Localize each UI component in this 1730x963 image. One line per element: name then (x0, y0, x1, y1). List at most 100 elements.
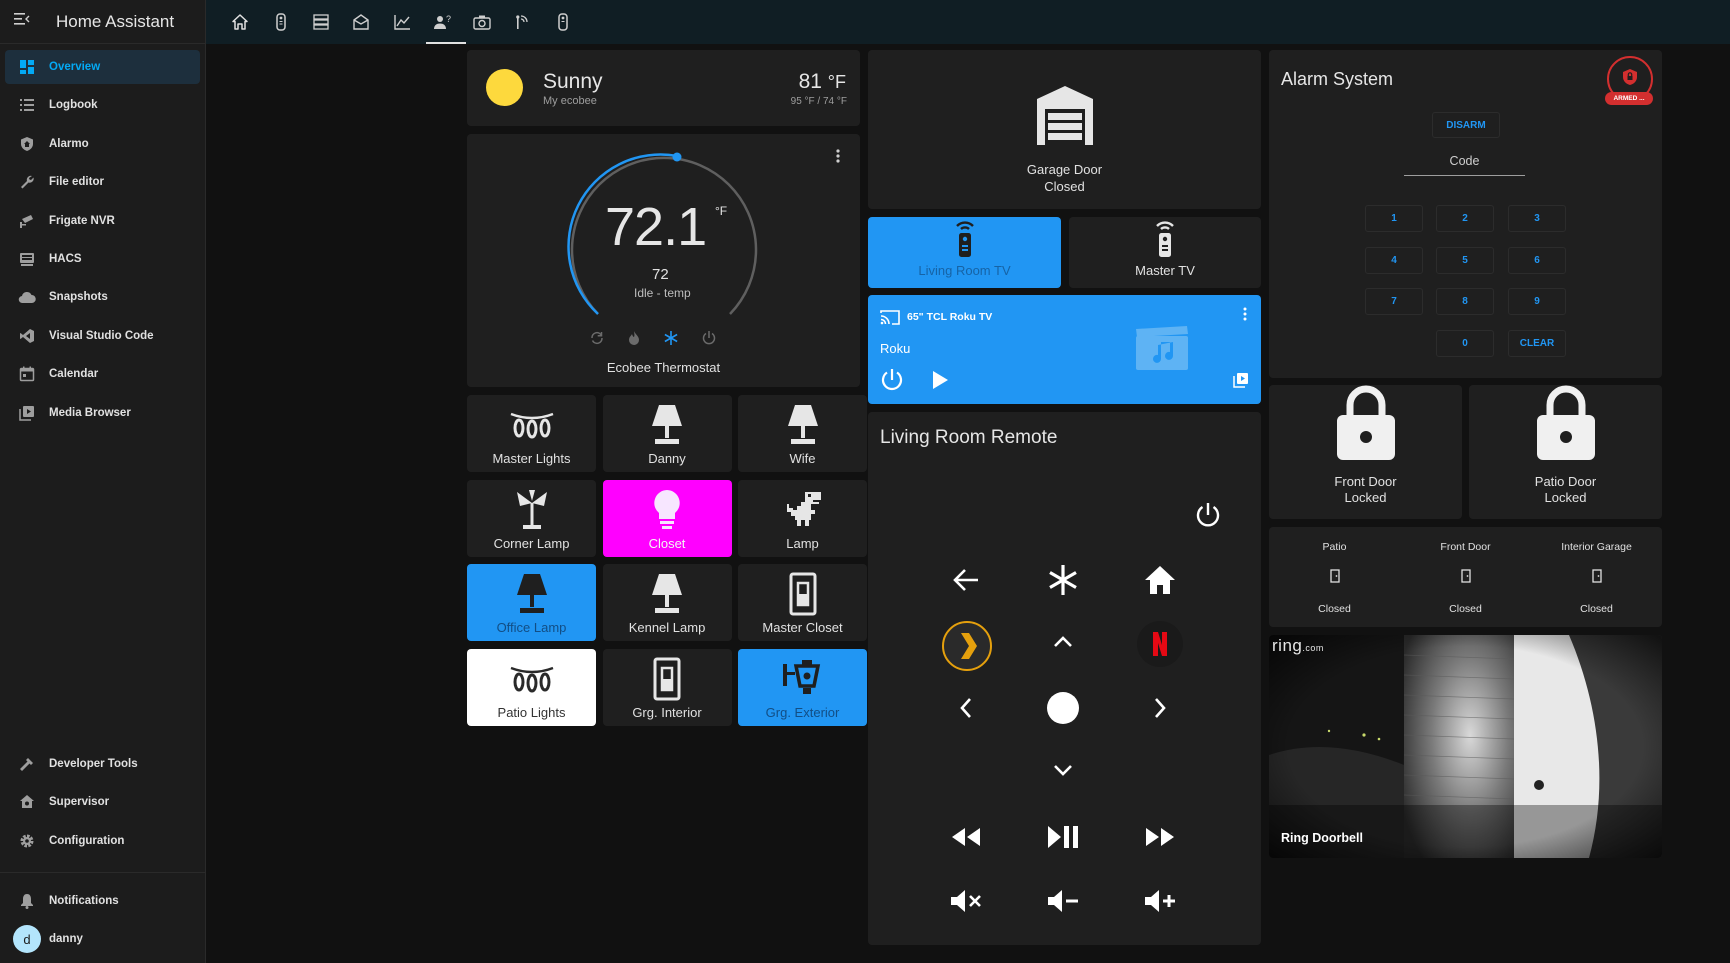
tile-label: Grg. Interior (632, 704, 702, 720)
sidebar-item-logbook[interactable]: Logbook (5, 88, 200, 122)
grg-interior-tile[interactable]: Grg. Interior (602, 648, 732, 726)
string-lights-icon (509, 403, 555, 447)
asterisk-icon[interactable] (1041, 558, 1085, 602)
keypad-9-button[interactable]: 9 (1508, 288, 1566, 315)
left-chevron-icon[interactable] (944, 686, 988, 730)
keypad-3-button[interactable]: 3 (1508, 205, 1566, 232)
disarm-button[interactable]: DISARM (1432, 112, 1500, 138)
sidebar-item-configuration[interactable]: Configuration (5, 824, 200, 858)
sidebar-item-notifications[interactable]: Notifications (5, 884, 200, 918)
power-mode-icon[interactable] (701, 330, 717, 351)
right-chevron-icon[interactable] (1138, 686, 1182, 730)
menu-icon[interactable] (0, 12, 44, 31)
code-input[interactable]: Code (1404, 154, 1525, 176)
remote-alt-tab-icon[interactable] (552, 11, 574, 33)
cool-mode-icon[interactable] (663, 330, 679, 351)
signal-tab-icon[interactable] (511, 11, 533, 33)
sidebar-item-alarmo[interactable]: Alarmo (5, 127, 200, 161)
play-pause-icon[interactable] (1041, 815, 1085, 859)
home-icon[interactable] (1138, 558, 1182, 602)
weather-card[interactable]: Sunny My ecobee 81 °F 95 °F / 74 °F (467, 50, 860, 126)
mute-icon[interactable] (944, 879, 988, 923)
sidebar-item-visual-studio-code[interactable]: Visual Studio Code (5, 319, 200, 353)
garage-door-card[interactable]: Garage Door Closed (868, 50, 1261, 209)
master-tv-tile[interactable]: Master TV (1069, 217, 1261, 288)
door-sensor-interior-garage[interactable]: Interior Garage Closed (1531, 541, 1662, 615)
door-sensor-patio[interactable]: Patio Closed (1269, 541, 1400, 615)
keypad-1-button[interactable]: 1 (1365, 205, 1423, 232)
keypad-6-button[interactable]: 6 (1508, 247, 1566, 274)
auto-mode-icon[interactable] (589, 330, 605, 351)
rewind-icon[interactable] (944, 815, 988, 859)
keypad-0-button[interactable]: 0 (1436, 330, 1494, 357)
keypad-7-button[interactable]: 7 (1365, 288, 1423, 315)
fast-forward-icon[interactable] (1138, 815, 1182, 859)
alarm-state-badge: ARMED ... (1605, 92, 1653, 105)
patio-lights-tile[interactable]: Patio Lights (467, 648, 596, 726)
door-sensor-name: Front Door (1440, 541, 1491, 553)
living-room-tv-tile[interactable]: Living Room TV (868, 217, 1061, 288)
person-question-tab-icon[interactable]: ? (431, 11, 453, 33)
camera-tab-icon[interactable] (471, 11, 493, 33)
master-closet-tile[interactable]: Master Closet (738, 564, 867, 641)
living-room-remote-card: Living Room Remote (868, 412, 1261, 945)
down-chevron-icon[interactable] (1041, 749, 1085, 793)
sidebar-item-label: Frigate NVR (49, 214, 115, 227)
home-tab-icon[interactable] (229, 11, 251, 33)
ring-doorbell-camera-card[interactable]: ring.com Ring Doorbell (1269, 635, 1662, 858)
heat-mode-icon[interactable] (627, 330, 641, 351)
sidebar-item-developer-tools[interactable]: Developer Tools (5, 747, 200, 781)
up-chevron-icon[interactable] (1041, 619, 1085, 663)
keypad-4-button[interactable]: 4 (1365, 247, 1423, 274)
power-icon[interactable] (1186, 493, 1230, 537)
corner-lamp-tile[interactable]: Corner Lamp (467, 479, 596, 557)
power-button-icon[interactable] (879, 367, 905, 398)
sidebar-item-snapshots[interactable]: Snapshots (5, 280, 200, 314)
keypad-8-button[interactable]: 8 (1436, 288, 1494, 315)
keypad-clear-button[interactable]: CLEAR (1508, 330, 1566, 357)
sidebar-item-media-browser[interactable]: Media Browser (5, 396, 200, 430)
mailbox-tab-icon[interactable] (350, 11, 372, 33)
sidebar-item-label: Notifications (49, 895, 119, 907)
chart-tab-icon[interactable] (391, 11, 413, 33)
keypad-5-button[interactable]: 5 (1436, 247, 1494, 274)
sidebar-item-file-editor[interactable]: File editor (5, 165, 200, 199)
closet-tile[interactable]: Closet (602, 479, 732, 557)
patio-door-lock-tile[interactable]: Patio Door Locked (1469, 385, 1662, 519)
grg-exterior-tile[interactable]: Grg. Exterior (738, 648, 867, 726)
master-lights-tile[interactable]: Master Lights (467, 395, 596, 472)
thermostat-card: 72.1 °F 72 Idle - temp Ecobee Thermostat (467, 134, 860, 387)
keypad-2-button[interactable]: 2 (1436, 205, 1494, 232)
sidebar-item-supervisor[interactable]: Supervisor (5, 785, 200, 819)
sidebar-item-frigate-nvr[interactable]: Frigate NVR (5, 204, 200, 238)
tile-label: Closet (648, 535, 686, 551)
back-arrow-icon[interactable] (944, 558, 988, 602)
volume-down-icon[interactable] (1041, 879, 1085, 923)
sidebar-item-hacs[interactable]: HACS (5, 242, 200, 276)
remote-title: Living Room Remote (880, 427, 1058, 448)
more-options-icon[interactable] (1243, 307, 1247, 326)
danny-tile[interactable]: Danny (602, 395, 732, 472)
play-button-icon[interactable] (931, 370, 949, 395)
wife-tile[interactable]: Wife (738, 395, 867, 472)
sun-icon (486, 69, 523, 106)
office-lamp-tile[interactable]: Office Lamp (467, 564, 596, 641)
front-door-lock-tile[interactable]: Front Door Locked (1269, 385, 1462, 519)
more-options-icon[interactable] (828, 146, 848, 166)
server-tab-icon[interactable] (310, 11, 332, 33)
media-player-card[interactable]: 65" TCL Roku TV Roku (868, 295, 1261, 404)
door-sensor-state: Closed (1318, 603, 1351, 615)
plex-icon[interactable] (942, 621, 992, 671)
kennel-lamp-tile[interactable]: Kennel Lamp (602, 564, 732, 641)
lamp-tile[interactable]: Lamp (738, 479, 867, 557)
media-browse-icon[interactable] (1233, 372, 1249, 393)
netflix-icon[interactable] (1136, 620, 1184, 668)
sidebar-item-overview[interactable]: Overview (5, 50, 200, 84)
remote-tab-icon[interactable] (270, 11, 292, 33)
sidebar-item-user[interactable]: d danny (5, 922, 200, 956)
volume-up-icon[interactable] (1138, 879, 1182, 923)
select-button-icon[interactable] (1041, 686, 1085, 730)
door-sensor-front-door[interactable]: Front Door Closed (1400, 541, 1531, 615)
sidebar-item-calendar[interactable]: Calendar (5, 357, 200, 391)
tile-label: Master Closet (762, 620, 843, 635)
